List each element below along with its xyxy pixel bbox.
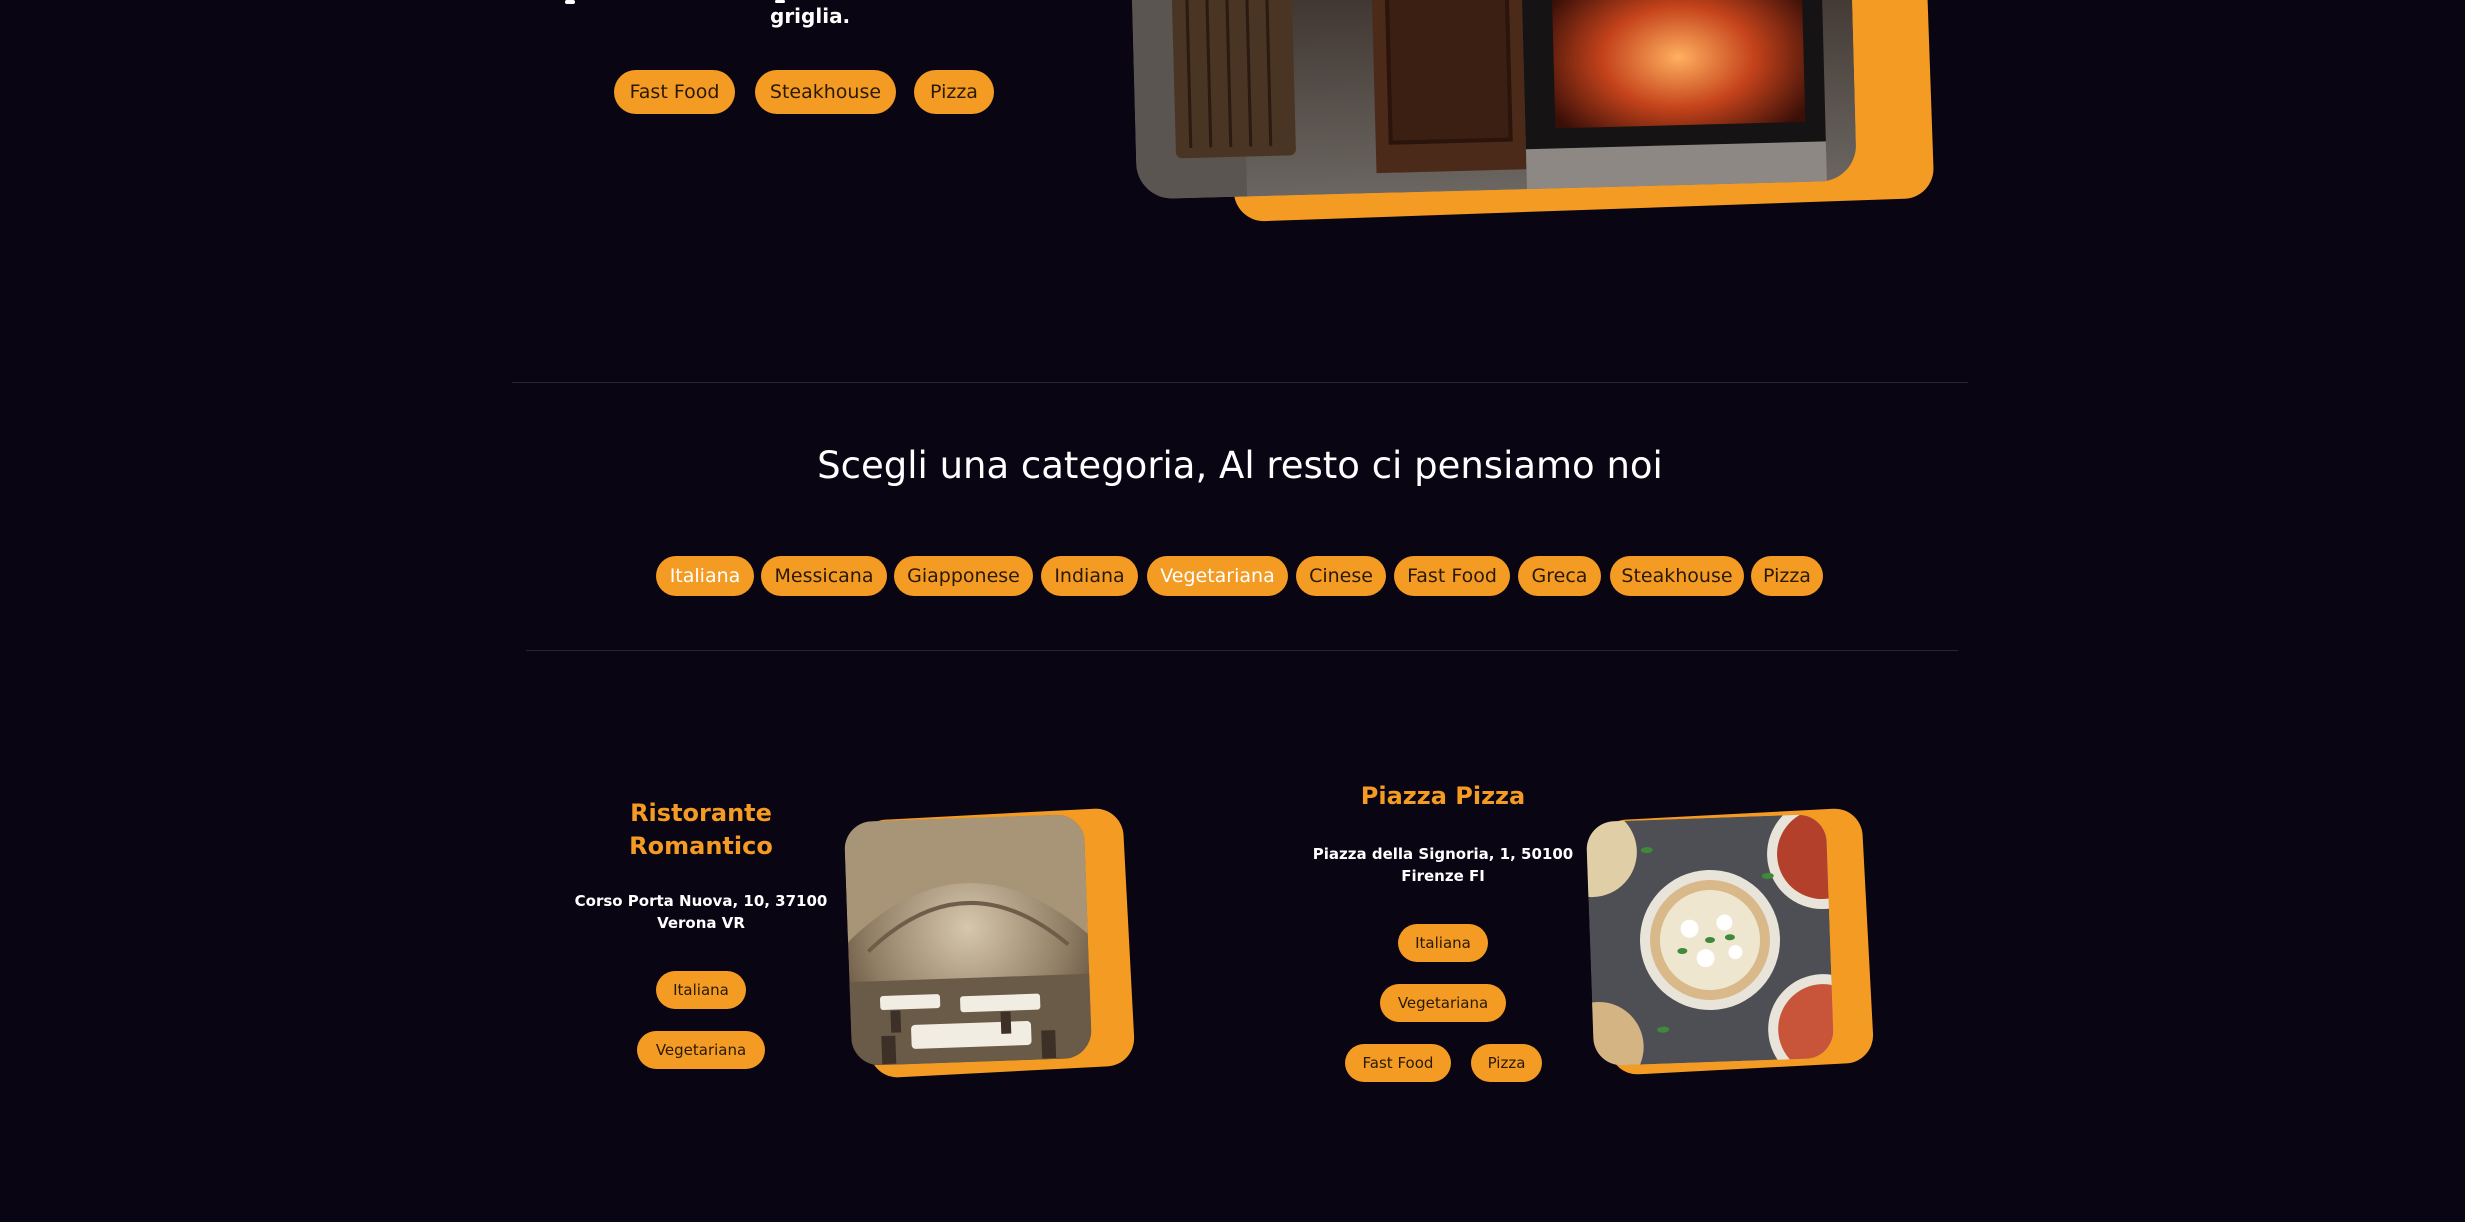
restaurant-name: Ristorante Romantico — [560, 797, 842, 863]
restaurant-address-line1: Piazza della Signoria, 1, 50100 — [1312, 845, 1574, 863]
restaurant-tag-vegetariana[interactable]: Vegetariana — [1380, 984, 1506, 1022]
restaurant-name-line1: Ristorante — [630, 799, 772, 827]
category-indiana[interactable]: Indiana — [1041, 556, 1138, 596]
restaurant-name-line2: Romantico — [629, 832, 773, 860]
restaurant-tag-vegetariana[interactable]: Vegetariana — [637, 1031, 765, 1069]
category-greca[interactable]: Greca — [1518, 556, 1601, 596]
restaurant-tag-fast-food[interactable]: Fast Food — [1345, 1044, 1451, 1082]
category-fast-food[interactable]: Fast Food — [1394, 556, 1510, 596]
section-divider-top — [512, 382, 1968, 383]
section-divider-bottom — [526, 650, 1958, 651]
restaurant-tag-italiana[interactable]: Italiana — [1398, 924, 1488, 962]
restaurant-name: Piazza Pizza — [1360, 782, 1526, 810]
hero-tag-fast-food[interactable]: Fast Food — [614, 70, 735, 114]
restaurant-address-line2: Firenze FI — [1401, 867, 1485, 885]
restaurant-image-card[interactable] — [1585, 807, 1880, 1085]
hero-desc-fragment-2 — [775, 0, 785, 3]
vaulted-dining-room-illustration — [843, 813, 1093, 1067]
categories-title: Scegli una categoria, Al resto ci pensia… — [817, 444, 1663, 487]
restaurant-tag-pizza[interactable]: Pizza — [1471, 1044, 1542, 1082]
category-giapponese[interactable]: Giapponese — [894, 556, 1033, 596]
steakhouse-interior-illustration — [1131, 0, 1857, 200]
restaurant-tag-italiana[interactable]: Italiana — [656, 971, 746, 1009]
pizzas-overhead-illustration — [1585, 813, 1835, 1067]
category-pizza[interactable]: Pizza — [1751, 556, 1823, 596]
category-cinese[interactable]: Cinese — [1296, 556, 1386, 596]
restaurant-address: Corso Porta Nuova, 10, 37100 Verona VR — [560, 890, 842, 934]
restaurant-address-line1: Corso Porta Nuova, 10, 37100 — [574, 892, 828, 910]
restaurant-address: Piazza della Signoria, 1, 50100 Firenze … — [1300, 843, 1586, 887]
category-messicana[interactable]: Messicana — [761, 556, 887, 596]
pizzas-overhead-photo — [1585, 813, 1835, 1067]
hero-tag-steakhouse[interactable]: Steakhouse — [755, 70, 896, 114]
restaurant-image-card[interactable] — [843, 807, 1138, 1085]
category-italiana[interactable]: Italiana — [656, 556, 754, 596]
hero-desc-tail: griglia. — [770, 4, 851, 28]
steakhouse-interior-photo — [1131, 0, 1857, 200]
category-steakhouse[interactable]: Steakhouse — [1610, 556, 1744, 596]
hero-desc-fragment — [565, 0, 575, 4]
category-vegetariana[interactable]: Vegetariana — [1147, 556, 1288, 596]
vaulted-dining-room-photo — [843, 813, 1093, 1067]
restaurant-address-line2: Verona VR — [657, 914, 745, 932]
hero-image-card — [1130, 0, 1950, 230]
hero-tag-pizza[interactable]: Pizza — [914, 70, 994, 114]
